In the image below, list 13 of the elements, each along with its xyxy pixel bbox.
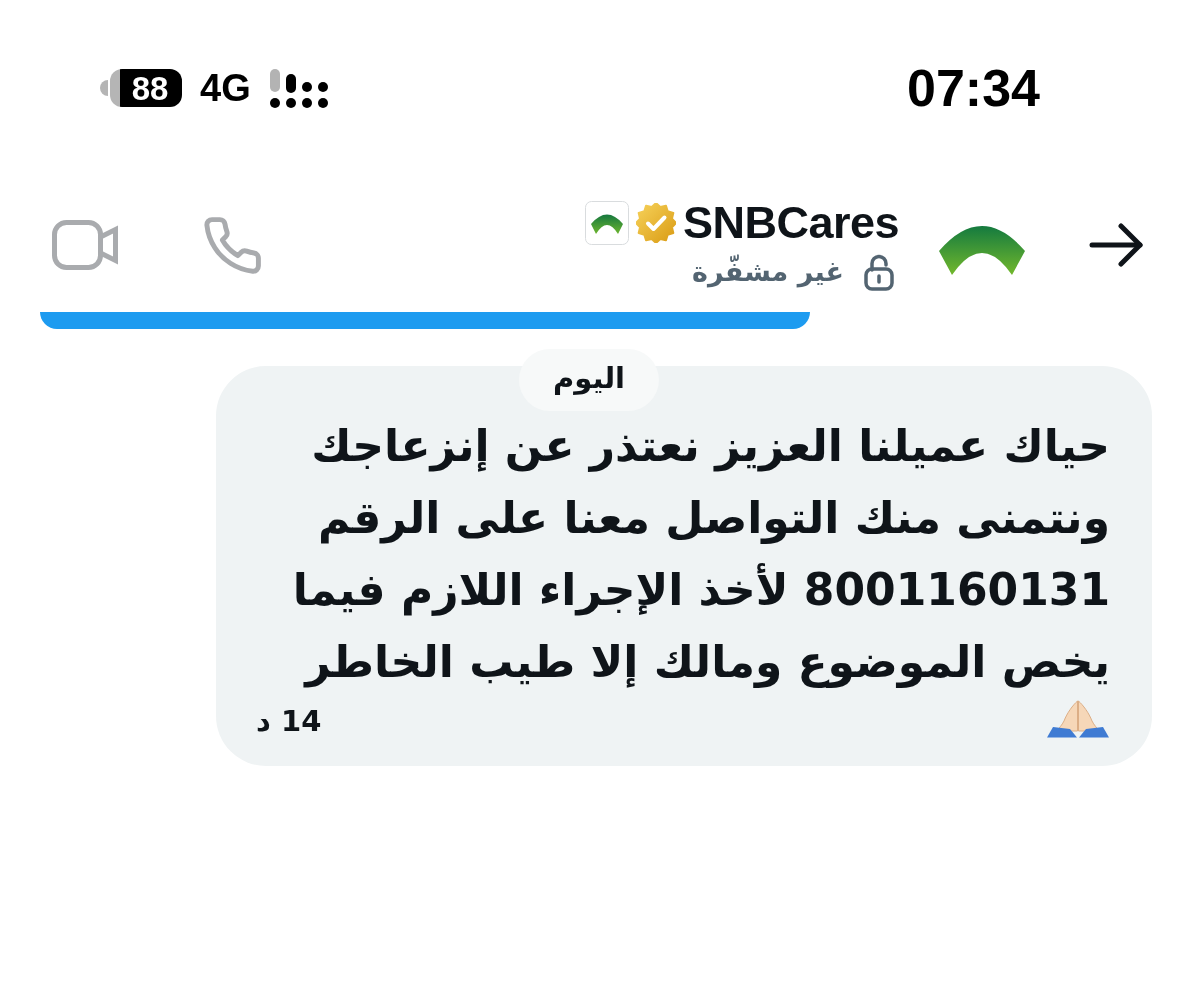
unlocked-lock-icon xyxy=(864,253,894,291)
verified-badge-icon xyxy=(635,203,676,243)
logo-icon xyxy=(584,201,629,245)
encryption-status: غير مشفّرة xyxy=(691,253,844,290)
battery-indicator: 88 xyxy=(100,69,182,107)
clock-time: 07:34 xyxy=(907,62,1040,114)
date-separator: اليوم xyxy=(518,349,660,411)
network-type: 4G xyxy=(200,69,251,107)
praying-hands-icon xyxy=(1046,700,1110,738)
account-name: SNBCares xyxy=(682,197,899,249)
message-time: 14 د xyxy=(256,704,322,738)
cellular-signal-icon xyxy=(268,68,329,108)
message-text: حياك عميلنا العزيز نعتذر عن إنزعاجك ونتمنى منك التواصل معنا على الرقم 8001160131 لأخذ الإجراء اللازم فيما يخص الموضوع ومالك إلا طيب الخاطر xyxy=(291,419,1110,690)
